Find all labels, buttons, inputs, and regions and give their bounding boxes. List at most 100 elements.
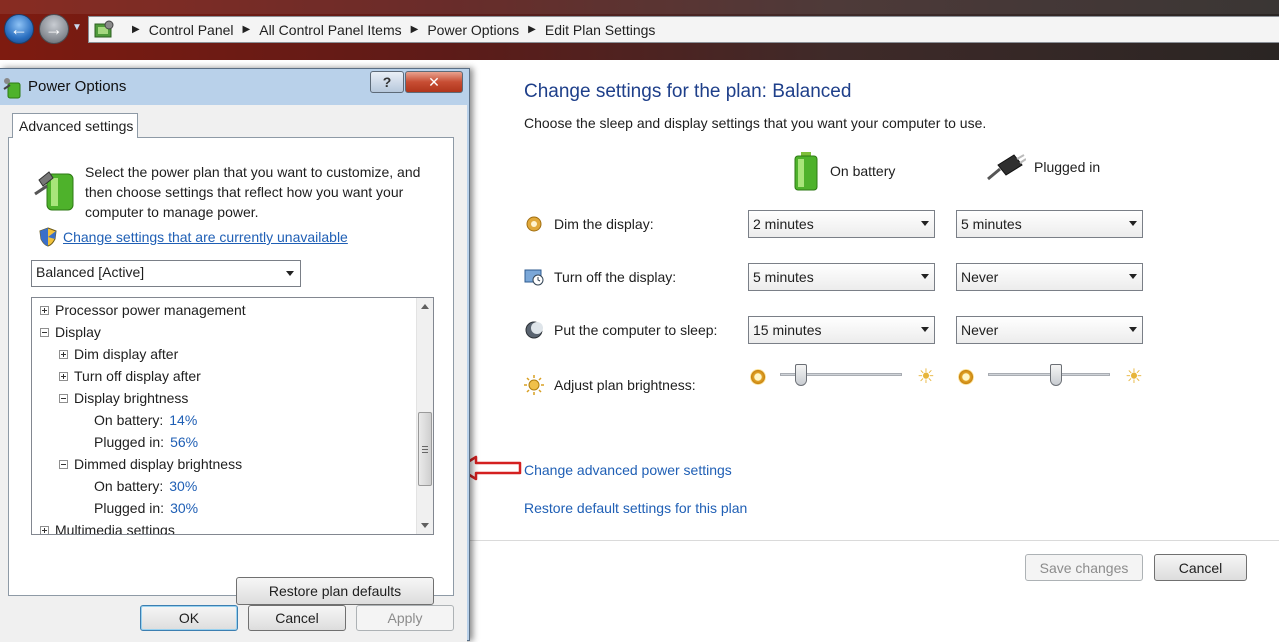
tab-panel: Select the power plan that you want to c… — [8, 137, 454, 605]
dropdown-arrow-icon — [286, 271, 294, 276]
dim-display-icon — [526, 216, 542, 232]
turn-off-display-battery-select[interactable]: 5 minutes — [748, 263, 935, 291]
close-button[interactable]: ✕ — [405, 71, 463, 93]
breadcrumb-separator[interactable]: ▶ — [528, 24, 536, 35]
dialog-title: Power Options — [28, 78, 127, 95]
power-options-dialog: Power Options ? ✕ Advanced settings Sele… — [0, 68, 470, 642]
tree-node-label: Display — [55, 324, 101, 340]
dim-sun-icon — [750, 369, 766, 385]
plugged-in-label: Plugged in — [1034, 159, 1101, 175]
tree-node-label: Plugged in: — [94, 500, 165, 516]
tree-node[interactable]: Dimmed display brightness — [59, 456, 242, 472]
scroll-thumb[interactable] — [418, 412, 432, 486]
plan-select[interactable]: Balanced [Active] — [31, 260, 301, 287]
sleep-battery-select[interactable]: 15 minutes — [748, 316, 935, 344]
tree-node-value[interactable]: 30% — [169, 478, 197, 494]
tree-node[interactable]: On battery: 30% — [94, 478, 197, 494]
battery-plug-icon — [34, 171, 74, 211]
tree-node[interactable]: Dim display after — [59, 346, 178, 362]
tree-node-label: Processor power management — [55, 302, 246, 318]
tree-node-label: Plugged in: — [94, 434, 165, 450]
brightness-row: Adjust plan brightness: — [524, 375, 696, 395]
advanced-settings-tree[interactable]: Processor power management Display Dim dis… — [31, 297, 434, 535]
dim-display-battery-select[interactable]: 2 minutes — [748, 210, 935, 238]
ok-button[interactable]: OK — [140, 605, 238, 631]
turn-off-display-plugged-select[interactable]: Never — [956, 263, 1143, 291]
turn-off-display-label: Turn off the display: — [554, 269, 677, 285]
turn-off-display-row: Turn off the display: — [524, 267, 676, 287]
breadcrumb-power-options[interactable]: Power Options — [427, 22, 519, 38]
save-changes-button[interactable]: Save changes — [1025, 554, 1143, 581]
scroll-up-icon[interactable] — [421, 304, 429, 309]
tree-node[interactable]: Turn off display after — [59, 368, 201, 384]
tree-node[interactable]: Display brightness — [59, 390, 188, 406]
change-unavailable-settings-link[interactable]: Change settings that are currently unava… — [63, 229, 348, 245]
collapse-minus-icon[interactable] — [59, 459, 68, 469]
power-options-icon — [3, 78, 21, 99]
sleep-plugged-select[interactable]: Never — [956, 316, 1143, 344]
expand-plus-icon[interactable] — [40, 305, 49, 315]
address-bar[interactable]: ▶ Control Panel ▶ All Control Panel Item… — [88, 16, 1279, 43]
tree-node-label: Dim display after — [74, 346, 179, 362]
sleep-plugged-value: Never — [961, 322, 999, 338]
slider-thumb[interactable] — [795, 364, 807, 386]
slider-thumb[interactable] — [1050, 364, 1062, 386]
scroll-down-icon[interactable] — [421, 523, 429, 528]
breadcrumb-control-panel[interactable]: Control Panel — [149, 22, 234, 38]
dropdown-arrow-icon — [1129, 327, 1137, 332]
power-plug-icon — [987, 154, 1026, 181]
dropdown-arrow-icon — [1129, 274, 1137, 279]
expand-plus-icon[interactable] — [59, 371, 68, 381]
tree-node[interactable]: Multimedia settings — [40, 522, 175, 535]
brightness-plugged-slider[interactable] — [988, 364, 1110, 394]
breadcrumb-edit-plan[interactable]: Edit Plan Settings — [545, 22, 656, 38]
brightness-battery-slider[interactable] — [780, 364, 902, 394]
intro-text: Select the power plan that you want to c… — [85, 164, 421, 220]
plugged-in-column-header: Plugged in — [984, 151, 1100, 183]
tree-node[interactable]: On battery: 14% — [94, 412, 197, 428]
collapse-minus-icon[interactable] — [59, 393, 68, 403]
tree-scrollbar[interactable] — [416, 298, 433, 534]
tree-node-value[interactable]: 30% — [170, 500, 198, 516]
tree-node-value[interactable]: 56% — [170, 434, 198, 450]
cancel-button[interactable]: Cancel — [1154, 554, 1247, 581]
recent-pages-button[interactable]: ▼ — [72, 22, 82, 33]
collapse-minus-icon[interactable] — [40, 327, 49, 337]
tree-node-label: Dimmed display brightness — [74, 456, 243, 472]
tree-node[interactable]: Plugged in: 56% — [94, 434, 198, 450]
restore-defaults-link[interactable]: Restore default settings for this plan — [524, 500, 747, 516]
restore-plan-defaults-button[interactable]: Restore plan defaults — [236, 577, 434, 605]
sleep-battery-value: 15 minutes — [753, 322, 822, 338]
dim-display-label: Dim the display: — [554, 216, 654, 232]
forward-arrow-icon: → — [45, 18, 63, 39]
forward-button[interactable]: → — [39, 14, 69, 44]
expand-plus-icon[interactable] — [59, 349, 68, 359]
tree-node-label: Display brightness — [74, 390, 189, 406]
sleep-label: Put the computer to sleep: — [554, 322, 718, 338]
on-battery-label: On battery — [830, 163, 896, 179]
change-advanced-settings-link[interactable]: Change advanced power settings — [524, 462, 732, 478]
apply-button[interactable]: Apply — [356, 605, 454, 631]
back-arrow-icon: ← — [10, 18, 28, 39]
turn-off-display-plugged-value: Never — [961, 269, 999, 285]
dialog-cancel-button[interactable]: Cancel — [248, 605, 346, 631]
expand-plus-icon[interactable] — [40, 525, 49, 534]
breadcrumb-all-items[interactable]: All Control Panel Items — [259, 22, 401, 38]
help-button[interactable]: ? — [370, 71, 404, 93]
sleep-row: Put the computer to sleep: — [524, 320, 717, 340]
tree-node[interactable]: Plugged in: 30% — [94, 500, 198, 516]
back-button[interactable]: ← — [4, 14, 34, 44]
help-icon: ? — [382, 74, 392, 90]
breadcrumb-separator[interactable]: ▶ — [411, 24, 419, 35]
tree-node-label: Multimedia settings — [55, 522, 175, 535]
tab-advanced-settings[interactable]: Advanced settings — [12, 113, 138, 138]
tree-node-value[interactable]: 14% — [169, 412, 197, 428]
tree-node[interactable]: Display — [40, 324, 101, 340]
dropdown-arrow-icon — [921, 221, 929, 226]
dim-display-plugged-select[interactable]: 5 minutes — [956, 210, 1143, 238]
tree-node-label: Turn off display after — [74, 368, 201, 384]
explorer-toolbar: ← → ▼ ▶ Control Panel ▶ All Control Pane… — [0, 0, 1279, 60]
breadcrumb-separator[interactable]: ▶ — [243, 24, 251, 35]
tree-node[interactable]: Processor power management — [40, 302, 246, 318]
page-subtitle: Choose the sleep and display settings th… — [524, 115, 987, 131]
